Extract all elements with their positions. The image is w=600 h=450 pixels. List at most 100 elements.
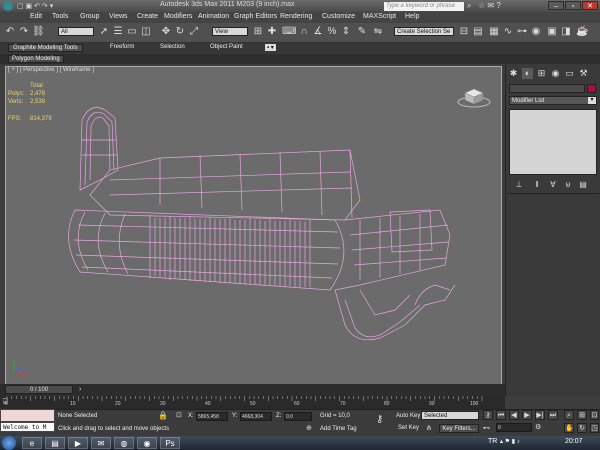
menu-graph-editors[interactable]: Graph Editors [234,13,277,20]
select-by-name-icon[interactable]: ☰ [112,26,124,38]
quick-access-icons[interactable]: ▢ ▣ ↶ ↷ ▾ [17,2,53,10]
goto-start-icon[interactable]: ⏮ [496,410,506,420]
taskbar-photoshop-icon[interactable]: Ps [160,437,180,449]
key-icon[interactable]: ⚷ [376,414,383,425]
key-filters-button[interactable]: Key Filters... [439,424,479,433]
y-coordinate-field[interactable]: 4668,304 [240,412,272,421]
select-move-icon[interactable]: ✥ [160,26,172,38]
taskbar-clock[interactable]: 20:07 [565,438,583,445]
menu-rendering[interactable]: Rendering [280,13,312,20]
align-icon[interactable]: ⊟ [458,26,470,38]
taskbar-explorer-icon[interactable]: ▤ [45,437,65,449]
taskbar-media-icon[interactable]: ▶ [68,437,88,449]
link-icon[interactable]: ⛓ [32,26,45,38]
modify-panel-icon[interactable]: ◐ [522,68,533,79]
time-config-icon[interactable]: ⚙ [535,423,541,431]
zoom-icon[interactable]: ⌕ [564,410,574,420]
tab-selection[interactable]: Selection [160,44,185,50]
angle-snap-icon[interactable]: ∡ [312,26,324,38]
layer-manager-icon[interactable]: ▤ [472,26,484,38]
menu-animation[interactable]: Animation [198,13,229,20]
taskbar-app-icon[interactable]: ✉ [91,437,111,449]
object-color-swatch[interactable] [587,84,596,93]
add-time-tag[interactable]: Add Time Tag [320,426,357,432]
utilities-panel-icon[interactable]: ⚒ [578,68,589,79]
key-mode-dropdown[interactable]: Selected [421,411,479,420]
object-name-field[interactable] [509,84,585,93]
time-slider[interactable]: 0 / 100 [5,385,73,394]
select-rotate-icon[interactable]: ↻ [174,26,186,38]
tab-object-paint[interactable]: Object Paint [210,44,243,50]
time-tag-icon[interactable]: ⊕ [306,424,312,432]
next-frame-icon[interactable]: ▶| [535,410,545,420]
viewport-label[interactable]: [ + ] [ Perspective ] [ Wireframe ] [8,67,94,73]
redo-icon[interactable]: ↷ [18,26,30,38]
curve-editor-icon[interactable]: ∿ [502,26,514,38]
help-icons[interactable]: ☆ ✉ ? [478,1,501,10]
render-production-icon[interactable]: ☕ [576,26,588,38]
pin-stack-icon[interactable]: ⊥ [514,180,524,189]
close-button[interactable]: ✕ [582,1,598,10]
configure-modifier-sets-icon[interactable]: ▤ [578,180,588,189]
display-panel-icon[interactable]: ▭ [564,68,575,79]
maximize-button[interactable]: ▫ [565,1,581,10]
menu-group[interactable]: Group [80,13,99,20]
spinner-snap-icon[interactable]: ⇕ [340,26,352,38]
maxscript-mini-listener[interactable]: Welcome to M [0,422,55,432]
snap-3d-icon[interactable]: ∩ [298,26,310,38]
select-object-icon[interactable]: ➚ [98,26,110,38]
mirror-icon[interactable]: ⇋ [372,26,384,38]
pan-icon[interactable]: ✋ [564,423,574,433]
keyboard-shortcut-icon[interactable]: ⌨ [282,26,296,38]
z-coordinate-field[interactable]: 0,0 [284,412,312,421]
menu-create[interactable]: Create [137,13,158,20]
auto-key-button[interactable]: Auto Key [396,413,420,419]
create-panel-icon[interactable]: ✱ [508,68,519,79]
maxscript-listener[interactable] [0,409,55,422]
taskbar-ie-icon[interactable]: e [22,437,42,449]
minimize-button[interactable]: – [548,1,564,10]
graphite-toggle-icon[interactable]: ▦ [488,26,500,38]
app-logo-icon[interactable] [3,1,13,11]
tab-freeform[interactable]: Freeform [110,44,134,50]
motion-panel-icon[interactable]: ◉ [550,68,561,79]
taskbar-3dsmax-icon[interactable]: ◉ [137,437,157,449]
make-unique-icon[interactable]: ∀ [548,180,558,189]
menu-tools[interactable]: Tools [52,13,68,20]
key-mode-icon[interactable]: ⋔ [426,424,432,432]
lock-selection-icon[interactable]: 🔒 [158,411,168,420]
ribbon-options-icon[interactable]: ▪ ▾ [265,44,276,51]
tab-graphite-modeling-tools[interactable]: Graphite Modeling Tools [8,44,83,52]
edit-named-sets-icon[interactable]: ✎ [356,26,368,38]
undo-icon[interactable]: ↶ [4,26,16,38]
goto-end-icon[interactable]: ⏭ [548,410,558,420]
hierarchy-panel-icon[interactable]: ⊞ [536,68,547,79]
taskbar-firefox-icon[interactable]: ◍ [114,437,134,449]
language-indicator[interactable]: TR [488,438,497,445]
modifier-list-dropdown[interactable]: Modifier List [509,96,597,105]
zoom-extents-icon[interactable]: ⊡ [590,410,599,420]
named-selection-set-dropdown[interactable]: Create Selection Se [394,27,454,36]
reference-coord-dropdown[interactable]: View [212,27,248,36]
selection-filter-dropdown[interactable]: All [58,27,94,36]
set-key-large-icon[interactable]: ⚷ [483,410,493,420]
orbit-icon[interactable]: ↻ [577,423,587,433]
start-button[interactable] [2,436,16,450]
select-manipulate-icon[interactable]: ✚ [266,26,278,38]
polygon-modeling-panel[interactable]: Polygon Modeling [8,55,64,63]
rendered-frame-icon[interactable]: ◨ [560,26,572,38]
current-frame-field[interactable]: 0 [496,423,532,432]
set-key-button[interactable]: Set Key [398,425,419,431]
x-coordinate-field[interactable]: 5865,458 [196,412,228,421]
search-icon[interactable]: ⌕ [467,1,471,11]
menu-views[interactable]: Views [109,13,128,20]
remove-modifier-icon[interactable]: ⊌ [563,180,573,189]
window-crossing-icon[interactable]: ◫ [140,26,152,38]
schematic-view-icon[interactable]: ⊶ [516,26,528,38]
menu-modifiers[interactable]: Modifiers [164,13,192,20]
pivot-icon[interactable]: ⊞ [252,26,264,38]
key-mode-toggle-icon[interactable]: ⊷ [483,424,490,432]
time-next-icon[interactable]: › [79,386,81,393]
percent-snap-icon[interactable]: % [326,26,338,38]
render-setup-icon[interactable]: ▣ [546,26,558,38]
